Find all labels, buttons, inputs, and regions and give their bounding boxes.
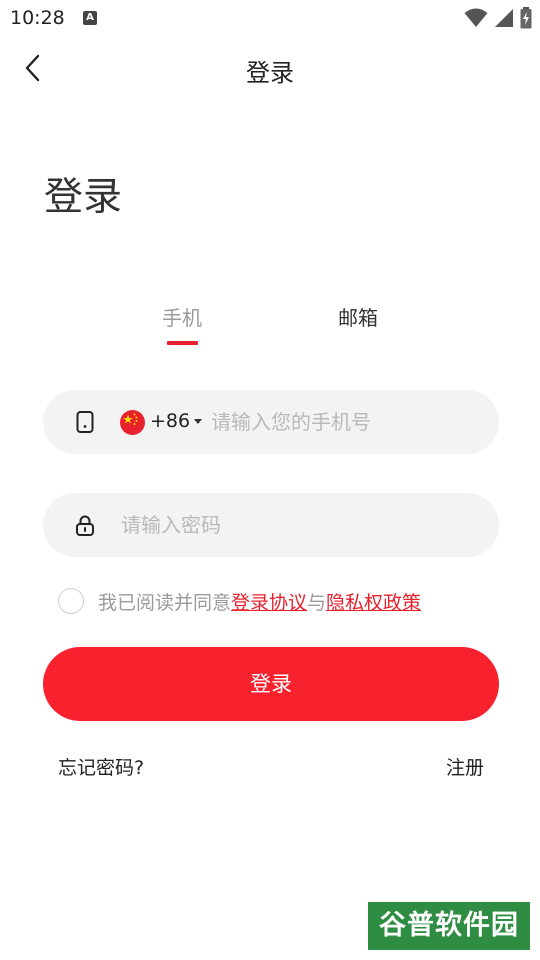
app-bar-title: 登录 xyxy=(246,59,294,87)
status-bar: 10:28 A xyxy=(0,0,540,36)
active-tab-indicator xyxy=(167,341,198,345)
privacy-link[interactable]: 隐私权政策 xyxy=(326,592,421,614)
lock-icon xyxy=(76,515,94,536)
phone-icon xyxy=(76,411,94,433)
agreement-text: 我已阅读并同意登录协议与隐私权政策 xyxy=(98,588,421,615)
agreement-joiner: 与 xyxy=(307,591,327,614)
login-button[interactable]: 登录 xyxy=(43,647,499,721)
agreement-row: 我已阅读并同意登录协议与隐私权政策 xyxy=(58,586,421,616)
password-input[interactable] xyxy=(121,493,471,557)
agreement-prefix: 我已阅读并同意 xyxy=(98,591,232,614)
forgot-password-link[interactable]: 忘记密码? xyxy=(58,753,144,780)
status-time: 10:28 xyxy=(10,7,65,29)
app-bar: 登录 xyxy=(0,36,540,100)
battery-charging-icon xyxy=(520,7,532,29)
watermark-logo: 谷普软件园 xyxy=(368,902,530,950)
tab-phone[interactable]: 手机 xyxy=(162,302,202,331)
caret-down-icon[interactable] xyxy=(194,419,202,424)
country-code-selector[interactable]: +86 xyxy=(150,410,190,432)
cell-signal-icon xyxy=(495,9,513,27)
status-icons xyxy=(464,7,532,29)
phone-input[interactable] xyxy=(211,390,481,454)
notification-icon: A xyxy=(83,11,97,25)
terms-link[interactable]: 登录协议 xyxy=(231,592,307,614)
page-title: 登录 xyxy=(44,175,123,220)
phone-field: +86 xyxy=(43,390,499,454)
wifi-icon xyxy=(464,8,488,27)
register-link[interactable]: 注册 xyxy=(446,753,484,780)
agreement-checkbox[interactable] xyxy=(58,588,84,614)
password-field xyxy=(43,493,499,557)
tab-email[interactable]: 邮箱 xyxy=(338,302,378,331)
china-flag-icon xyxy=(120,410,145,435)
